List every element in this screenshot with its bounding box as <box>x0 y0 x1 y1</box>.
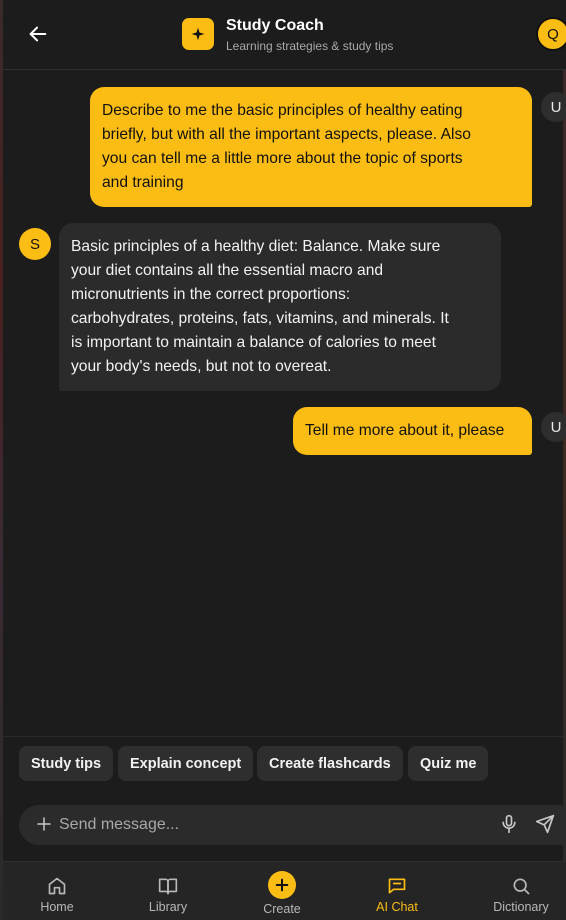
nav-label: Home <box>40 900 74 914</box>
sparkle-icon <box>191 27 205 41</box>
nav-item-home[interactable]: Home <box>12 862 102 920</box>
book-icon <box>157 875 179 897</box>
nav-item-ai-chat[interactable]: AI Chat <box>352 862 442 920</box>
suggestion-bar: Study tips Explain concept Create flashc… <box>3 736 566 792</box>
user-message-avatar: U <box>541 412 566 442</box>
nav-label: Dictionary <box>493 900 549 914</box>
nav-label: Create <box>263 902 301 916</box>
nav-label: Library <box>148 900 188 914</box>
home-icon <box>46 875 68 897</box>
back-button[interactable] <box>23 20 53 48</box>
message-line: your diet contains all the essential mac… <box>71 262 384 279</box>
bottom-navigation: Home Library Create AI Chat Dictionary <box>3 861 566 920</box>
message-line: Basic principles of a healthy diet: Bala… <box>71 238 441 255</box>
message-line: your body's needs, but not to overeat. <box>71 358 332 375</box>
message-line: is important to maintain a balance of ca… <box>71 334 436 351</box>
nav-item-dictionary[interactable]: Dictionary <box>476 862 566 920</box>
mic-button[interactable] <box>499 814 521 836</box>
search-icon <box>510 875 532 897</box>
message-line: and training <box>102 174 184 191</box>
page-subtitle: Learning strategies & study tips <box>226 39 394 53</box>
nav-item-library[interactable]: Library <box>123 862 213 920</box>
microphone-icon <box>502 814 516 834</box>
plus-icon <box>37 817 51 831</box>
user-avatar[interactable]: Q <box>536 17 566 51</box>
message-line: micronutrients in the correct proportion… <box>71 286 351 303</box>
plus-icon <box>268 871 296 899</box>
message-line: you can tell me a little more about the … <box>102 150 463 167</box>
nav-item-create[interactable]: Create <box>237 862 327 920</box>
message-input[interactable] <box>59 811 479 839</box>
nav-label: AI Chat <box>376 900 418 914</box>
suggestion-chip-study-tips[interactable]: Study tips <box>19 746 114 781</box>
app-logo <box>182 18 214 50</box>
message-line: carbohydrates, proteins, fats, vitamins,… <box>71 310 449 327</box>
suggestion-chip-quiz-me[interactable]: Quiz me <box>408 746 489 781</box>
chat-header: Study Coach Learning strategies & study … <box>3 0 566 70</box>
user-message-bubble: Tell me more about it, please <box>293 407 532 455</box>
user-message-avatar: U <box>541 92 566 122</box>
message-composer <box>19 805 566 845</box>
page-title: Study Coach <box>226 17 324 34</box>
arrow-left-icon <box>29 26 47 42</box>
chat-icon <box>386 875 408 897</box>
message-line: Tell me more about it, please <box>305 422 505 439</box>
suggestion-chip-explain-concept[interactable]: Explain concept <box>118 746 254 781</box>
bot-message-bubble: Basic principles of a healthy diet: Bala… <box>59 223 501 391</box>
message-line: briefly, but with all the important aspe… <box>102 126 471 143</box>
suggestion-chip-create-flashcards[interactable]: Create flashcards <box>257 746 403 781</box>
user-message-bubble: Describe to me the basic principles of h… <box>90 87 532 207</box>
send-button[interactable] <box>535 814 557 836</box>
send-icon <box>535 814 555 834</box>
attach-button[interactable] <box>35 815 55 835</box>
bot-message-avatar: S <box>19 228 51 260</box>
message-line: Describe to me the basic principles of h… <box>102 102 463 119</box>
